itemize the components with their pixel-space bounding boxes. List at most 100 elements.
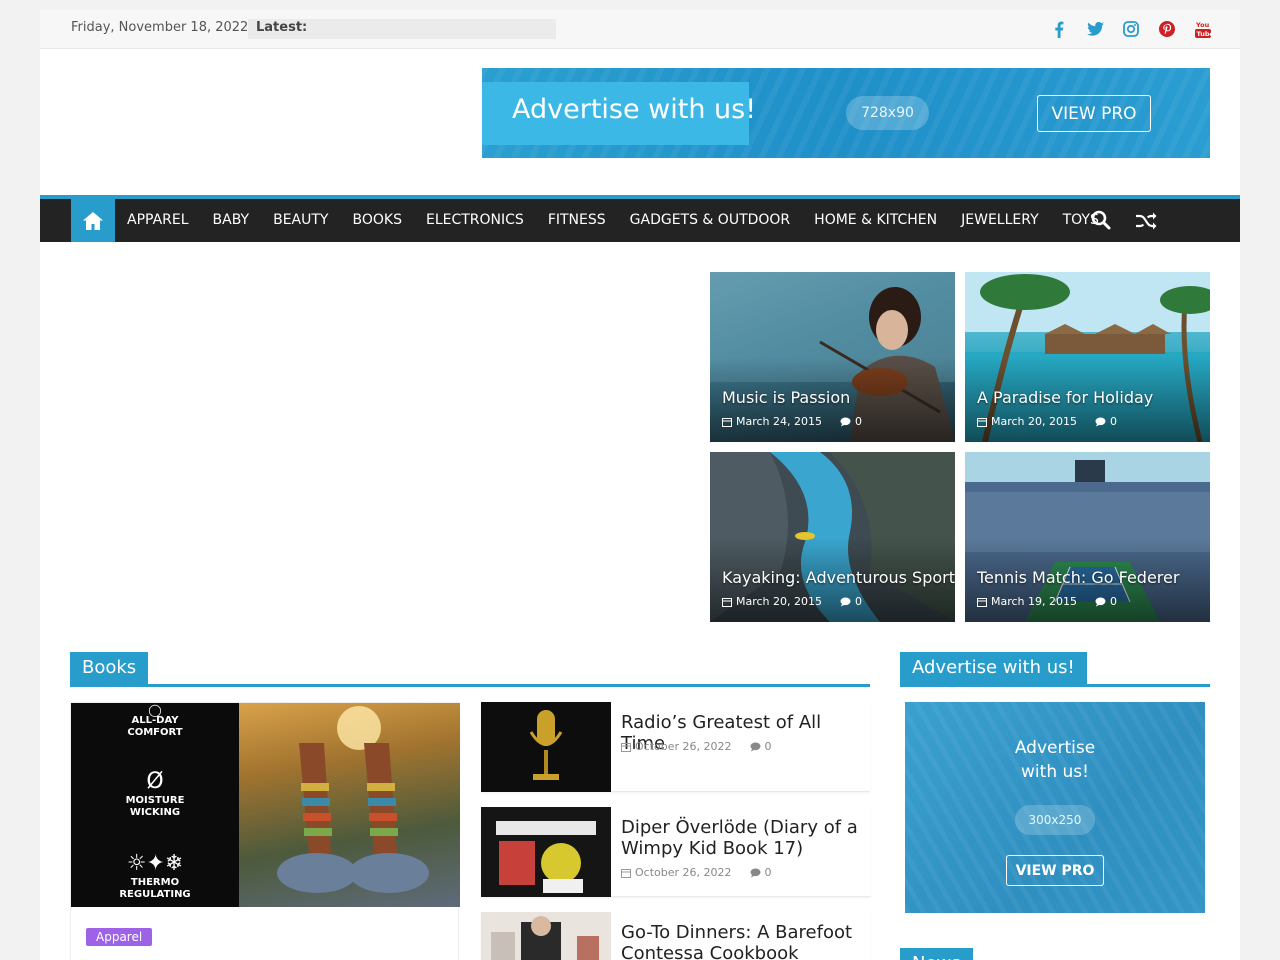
comfort-icon: ◯ xyxy=(148,703,162,717)
nav-item-gadgets-outdoor[interactable]: GADGETS & OUTDOOR xyxy=(618,199,803,242)
featured-date[interactable]: March 24, 2015 xyxy=(736,415,822,428)
comment-icon xyxy=(840,597,851,606)
facebook-icon[interactable] xyxy=(1050,19,1068,39)
advertise-heading-label: Advertise with us! xyxy=(900,652,1087,684)
list-item-meta: October 26, 2022 0 xyxy=(621,740,772,753)
featured-title[interactable]: Kayaking: Adventurous Sport xyxy=(722,568,955,587)
books-section-heading: Books xyxy=(70,652,870,687)
microphone-image xyxy=(529,710,563,780)
latest-label: Latest: xyxy=(256,20,308,35)
instagram-icon[interactable] xyxy=(1122,19,1140,39)
nav-menu: APPAREL BABY BEAUTY BOOKS ELECTRONICS FI… xyxy=(115,199,1111,242)
books-heading-label[interactable]: Books xyxy=(70,652,149,684)
feature-comfort: ◯ ALL-DAY COMFORT xyxy=(71,703,239,739)
main-navigation: APPAREL BABY BEAUTY BOOKS ELECTRONICS FI… xyxy=(40,195,1240,242)
category-badge-apparel[interactable]: Apparel xyxy=(86,928,153,946)
sidebar-ad-title: Advertise with us! xyxy=(1014,738,1096,782)
home-button[interactable] xyxy=(71,199,115,242)
nav-item-apparel[interactable]: APPAREL xyxy=(115,199,201,242)
sidebar-ad-view-pro-button[interactable]: VIEW PRO xyxy=(1006,855,1104,886)
calendar-icon xyxy=(977,417,987,427)
featured-title[interactable]: Music is Passion xyxy=(722,388,850,407)
cookbook-thumbnail[interactable] xyxy=(481,912,611,960)
list-item-title[interactable]: Diper Överlöde (Diary of a Wimpy Kid Boo… xyxy=(621,817,866,859)
header-ad-title: Advertise with us! xyxy=(512,94,757,125)
current-date: Friday, November 18, 2022 xyxy=(71,20,249,35)
nav-item-jewellery[interactable]: JEWELLERY xyxy=(949,199,1051,242)
featured-comments[interactable]: 0 xyxy=(1110,595,1117,608)
latest-ticker[interactable]: Latest: xyxy=(248,19,556,39)
calendar-icon xyxy=(621,742,631,752)
comment-icon xyxy=(1095,417,1106,426)
nav-item-books[interactable]: BOOKS xyxy=(341,199,414,242)
featured-date[interactable]: March 20, 2015 xyxy=(736,595,822,608)
list-item-comments[interactable]: 0 xyxy=(765,740,772,753)
list-item[interactable]: Diper Överlöde (Diary of a Wimpy Kid Boo… xyxy=(481,807,870,897)
nav-item-beauty[interactable]: BEAUTY xyxy=(261,199,340,242)
featured-meta: March 20, 2015 0 xyxy=(722,595,862,608)
list-item[interactable]: Radio’s Greatest of All Time October 26,… xyxy=(481,702,870,792)
nav-item-electronics[interactable]: ELECTRONICS xyxy=(414,199,536,242)
random-post-icon[interactable] xyxy=(1135,212,1157,234)
featured-comments[interactable]: 0 xyxy=(855,595,862,608)
book-cover-image xyxy=(481,807,611,897)
svg-text:You: You xyxy=(1195,21,1210,29)
advertise-section-heading: Advertise with us! xyxy=(900,652,1210,687)
comment-icon xyxy=(750,742,761,751)
top-bar: Friday, November 18, 2022 Latest: You Tub… xyxy=(40,10,1240,49)
feature-thermo: ☼✦❄ THERMO REGULATING xyxy=(71,851,239,901)
socks-product-image: ◯ ALL-DAY COMFORT Ø MOISTURE WICKING ☼✦❄ TH… xyxy=(71,703,460,907)
list-item-date[interactable]: October 26, 2022 xyxy=(635,740,732,753)
radio-thumbnail[interactable] xyxy=(481,702,611,792)
wimpy-kid-thumbnail[interactable] xyxy=(481,807,611,897)
moisture-icon: Ø xyxy=(146,769,164,794)
calendar-icon xyxy=(621,868,631,878)
calendar-icon xyxy=(977,597,987,607)
list-item[interactable]: Go-To Dinners: A Barefoot Contessa Cookb… xyxy=(481,912,870,960)
sidebar-ad[interactable]: Advertise with us! 300x250 VIEW PRO xyxy=(905,702,1205,913)
sidebar-ad-size: 300x250 xyxy=(1015,805,1095,835)
featured-post[interactable]: Kayaking: Adventurous Sport March 20, 20… xyxy=(710,452,955,622)
featured-post[interactable]: Music is Passion March 24, 2015 0 xyxy=(710,272,955,442)
thermo-icon: ☼✦❄ xyxy=(126,851,184,876)
socks-illustration xyxy=(277,706,429,893)
featured-title[interactable]: A Paradise for Holiday xyxy=(977,388,1153,407)
featured-date[interactable]: March 19, 2015 xyxy=(991,595,1077,608)
svg-text:Tube: Tube xyxy=(1197,30,1212,38)
social-links: YouTube xyxy=(1050,19,1212,39)
nav-item-fitness[interactable]: FITNESS xyxy=(536,199,618,242)
nav-item-baby[interactable]: BABY xyxy=(201,199,262,242)
books-main-post[interactable]: ◯ ALL-DAY COMFORT Ø MOISTURE WICKING ☼✦❄ TH… xyxy=(70,702,460,960)
list-item-comments[interactable]: 0 xyxy=(765,866,772,879)
news-heading-label[interactable]: News xyxy=(900,948,973,960)
nav-item-home-kitchen[interactable]: HOME & KITCHEN xyxy=(802,199,949,242)
comment-icon xyxy=(840,417,851,426)
socks-photo xyxy=(239,703,460,907)
feature-moisture: Ø MOISTURE WICKING xyxy=(71,769,239,819)
news-section-heading: News xyxy=(900,948,1210,960)
comment-icon xyxy=(1095,597,1106,606)
cookbook-cover-image xyxy=(491,916,599,960)
featured-date[interactable]: March 20, 2015 xyxy=(991,415,1077,428)
list-item-title[interactable]: Go-To Dinners: A Barefoot Contessa Cookb… xyxy=(621,922,866,960)
twitter-icon[interactable] xyxy=(1086,19,1104,39)
header-ad-banner[interactable]: Advertise with us! 728x90 VIEW PRO xyxy=(482,68,1210,158)
calendar-icon xyxy=(722,597,732,607)
featured-meta: March 19, 2015 0 xyxy=(977,595,1117,608)
featured-meta: March 20, 2015 0 xyxy=(977,415,1117,428)
featured-post[interactable]: A Paradise for Holiday March 20, 2015 0 xyxy=(965,272,1210,442)
search-icon[interactable] xyxy=(1091,210,1111,234)
youtube-icon[interactable]: YouTube xyxy=(1194,19,1212,39)
comment-icon xyxy=(750,868,761,877)
featured-title[interactable]: Tennis Match: Go Federer xyxy=(977,568,1179,587)
featured-comments[interactable]: 0 xyxy=(855,415,862,428)
page: Friday, November 18, 2022 Latest: You Tub… xyxy=(40,10,1240,960)
list-item-date[interactable]: October 26, 2022 xyxy=(635,866,732,879)
calendar-icon xyxy=(722,417,732,427)
featured-comments[interactable]: 0 xyxy=(1110,415,1117,428)
featured-post[interactable]: Tennis Match: Go Federer March 19, 2015 … xyxy=(965,452,1210,622)
home-icon xyxy=(83,211,103,230)
pinterest-icon[interactable] xyxy=(1158,19,1176,39)
header-ad-view-pro-button[interactable]: VIEW PRO xyxy=(1037,95,1151,132)
header-ad-size: 728x90 xyxy=(846,96,929,130)
